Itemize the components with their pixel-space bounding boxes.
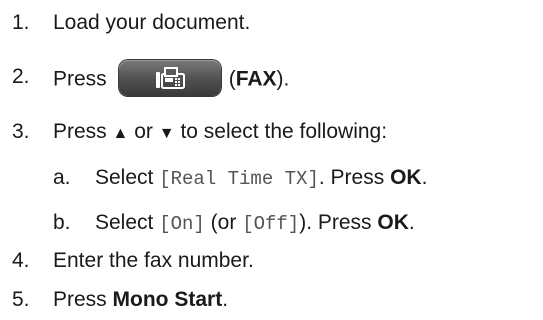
menu-option-code: [Off]	[242, 213, 300, 235]
substep-letter: b.	[53, 211, 71, 234]
step-number: 3.	[12, 120, 30, 143]
step-text-part: .	[222, 288, 229, 311]
step-text-part: Press	[53, 67, 107, 91]
fax-button[interactable]	[118, 60, 221, 96]
step-text-part: to select the following:	[180, 120, 388, 143]
menu-option-code: [On]	[159, 213, 205, 235]
step-text-part: Select	[95, 211, 154, 234]
substep-text: Select [On] (or [Off]). Press OK.	[95, 208, 415, 239]
instruction-list: 1. Load your document. 2. Press (FAX). 3…	[0, 0, 543, 320]
step-text-part: (or	[210, 211, 237, 234]
step-text: Press ▲ or ▼ to select the following:	[53, 117, 387, 149]
fax-icon	[155, 67, 185, 89]
step-text-part: or	[134, 120, 153, 143]
ok-key-label: OK	[390, 166, 422, 189]
substep-letter: a.	[53, 166, 71, 189]
step-text: Press (FAX).	[53, 60, 290, 98]
step-text-part: Select	[95, 166, 154, 189]
ok-key-label: OK	[377, 211, 409, 234]
step-text-part: ).	[276, 67, 290, 91]
step-number: 1.	[12, 11, 30, 34]
step-text: Load your document.	[53, 11, 251, 34]
step-text-part: . Press	[318, 166, 385, 189]
step-text-part: .	[408, 211, 415, 234]
step-text-part: (	[228, 67, 236, 91]
step-text-part: Press	[53, 120, 107, 143]
step-number: 2.	[12, 65, 30, 88]
up-arrow-icon: ▲	[112, 125, 129, 142]
step-text: Press Mono Start.	[53, 285, 228, 315]
step-number: 5.	[12, 288, 30, 311]
step-number: 4.	[12, 249, 30, 272]
step-text-part: ). Press	[299, 211, 372, 234]
step-text: Enter the fax number.	[53, 249, 254, 272]
step-text-part: .	[421, 166, 428, 189]
substep-text: Select [Real Time TX]. Press OK.	[95, 163, 427, 194]
fax-key-label: FAX	[235, 67, 277, 91]
step-text-part: Press	[53, 288, 107, 311]
mono-start-key-label: Mono Start	[112, 288, 223, 311]
menu-option-code: [Real Time TX]	[159, 168, 319, 190]
down-arrow-icon: ▼	[158, 125, 175, 142]
